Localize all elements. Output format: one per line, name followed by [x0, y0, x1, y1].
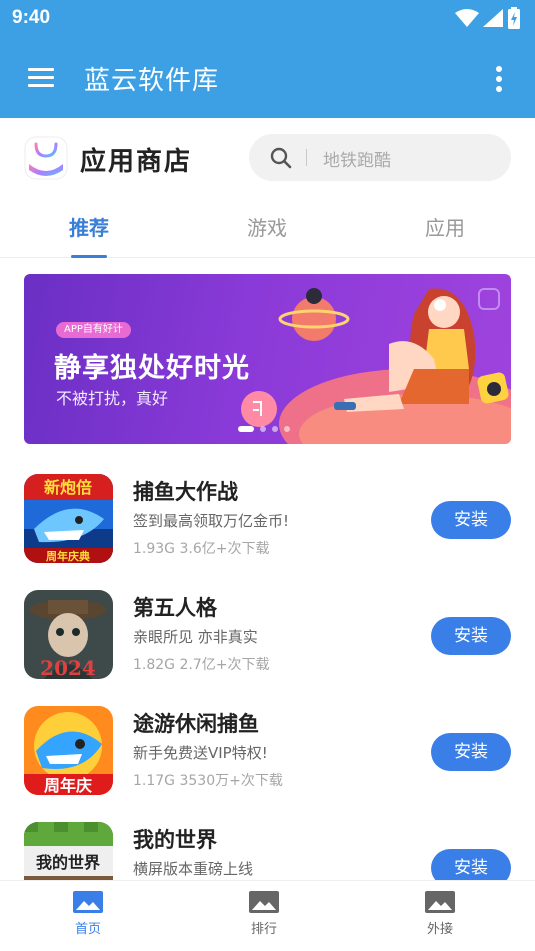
app-description: 亲眼所见 亦非真实	[133, 628, 258, 646]
store-title: 应用商店	[80, 147, 193, 177]
search-divider	[306, 149, 307, 166]
app-description: 新手免费送VIP特权!	[133, 744, 268, 762]
app-icon-tuyou-fishing[interactable]: 周年庆	[24, 706, 113, 795]
nav-label-external: 外接	[426, 922, 453, 937]
banner-title: 静享独处好时光	[54, 353, 250, 384]
tab-games[interactable]: 游戏	[222, 212, 312, 241]
app-icon-badge: 2024	[40, 656, 96, 679]
app-list: 新炮倍 周年庆典 捕鱼大作战 签到最高领取万亿金币! 1.93G 3.6亿+次下…	[0, 460, 535, 880]
banner-illustration	[241, 288, 511, 444]
app-store-logo-icon	[24, 136, 68, 180]
app-name[interactable]: 我的世界	[133, 824, 217, 854]
app-downloads: 2.7亿+次下载	[179, 657, 270, 673]
app-description: 签到最高领取万亿金币!	[133, 512, 290, 530]
app-meta: 1.17G 3530万+次下载	[133, 770, 283, 790]
more-options-icon[interactable]	[495, 64, 503, 94]
search-icon	[270, 147, 292, 169]
banner-dot[interactable]	[284, 426, 290, 432]
status-icons	[455, 7, 521, 29]
banner-dot[interactable]	[238, 426, 254, 432]
tab-recommend[interactable]: 推荐	[44, 212, 134, 241]
bottom-nav: 首页 排行 外接	[0, 880, 535, 951]
list-item[interactable]: 新炮倍 周年庆典 捕鱼大作战 签到最高领取万亿金币! 1.93G 3.6亿+次下…	[0, 474, 535, 590]
banner-tag: APP自有好计	[56, 322, 131, 338]
install-button[interactable]: 安装	[431, 617, 511, 655]
list-item[interactable]: 我的世界 我的世界 横屏版本重磅上线 安装	[0, 822, 535, 880]
app-icon-caption: 新炮倍	[44, 478, 92, 497]
app-size: 1.17G	[133, 773, 176, 789]
image-icon	[249, 891, 279, 913]
app-bar: 蓝云软件库	[0, 38, 535, 118]
install-button[interactable]: 安装	[431, 849, 511, 880]
banner-dot[interactable]	[260, 426, 266, 432]
nav-item-ranking[interactable]: 排行	[224, 891, 304, 937]
status-time: 9:40	[12, 7, 51, 28]
app-downloads: 3.6亿+次下载	[179, 541, 270, 557]
app-description: 横屏版本重磅上线	[133, 860, 254, 878]
nav-item-home[interactable]: 首页	[48, 891, 128, 937]
battery-icon	[508, 7, 520, 29]
store-header: 应用商店 地铁跑酷	[0, 118, 535, 198]
app-icon-badge: 周年庆典	[46, 549, 90, 563]
nav-label-ranking: 排行	[250, 922, 277, 937]
app-icon-minecraft[interactable]: 我的世界	[24, 822, 113, 880]
menu-icon[interactable]	[22, 62, 60, 94]
promo-banner[interactable]: APP自有好计 静享独处好时光 不被打扰，真好	[24, 274, 511, 444]
search-input[interactable]: 地铁跑酷	[249, 134, 511, 181]
status-bar: 9:40	[0, 0, 535, 38]
signal-icon	[483, 9, 503, 27]
banner-pagination[interactable]	[238, 426, 290, 432]
app-downloads: 3530万+次下载	[179, 773, 283, 789]
app-name[interactable]: 第五人格	[133, 592, 217, 622]
app-icon-fishing-battle[interactable]: 新炮倍 周年庆典	[24, 474, 113, 563]
tab-indicator	[71, 255, 107, 258]
nav-label-home: 首页	[74, 922, 101, 937]
install-button[interactable]: 安装	[431, 733, 511, 771]
image-icon	[73, 891, 103, 913]
list-item[interactable]: 周年庆 途游休闲捕鱼 新手免费送VIP特权! 1.17G 3530万+次下载 安…	[0, 706, 535, 822]
image-icon	[425, 891, 455, 913]
search-placeholder: 地铁跑酷	[323, 151, 391, 171]
banner-subtitle: 不被打扰，真好	[56, 389, 169, 408]
app-name[interactable]: 捕鱼大作战	[133, 476, 238, 506]
banner-dot[interactable]	[272, 426, 278, 432]
app-size: 1.82G	[133, 657, 176, 673]
category-tabs: 推荐 游戏 应用	[0, 198, 535, 258]
tab-apps[interactable]: 应用	[400, 212, 490, 241]
app-icon-badge: 我的世界	[36, 853, 100, 872]
app-title: 蓝云软件库	[84, 66, 220, 96]
list-item[interactable]: 2024 第五人格 亲眼所见 亦非真实 1.82G 2.7亿+次下载 安装	[0, 590, 535, 706]
wifi-icon	[455, 9, 479, 27]
app-name[interactable]: 途游休闲捕鱼	[133, 708, 259, 738]
nav-item-external[interactable]: 外接	[400, 891, 480, 937]
app-icon-badge: 周年庆	[44, 776, 92, 795]
app-meta: 1.82G 2.7亿+次下载	[133, 654, 269, 674]
app-icon-identity-v[interactable]: 2024	[24, 590, 113, 679]
app-size: 1.93G	[133, 541, 176, 557]
app-meta: 1.93G 3.6亿+次下载	[133, 538, 269, 558]
install-button[interactable]: 安装	[431, 501, 511, 539]
